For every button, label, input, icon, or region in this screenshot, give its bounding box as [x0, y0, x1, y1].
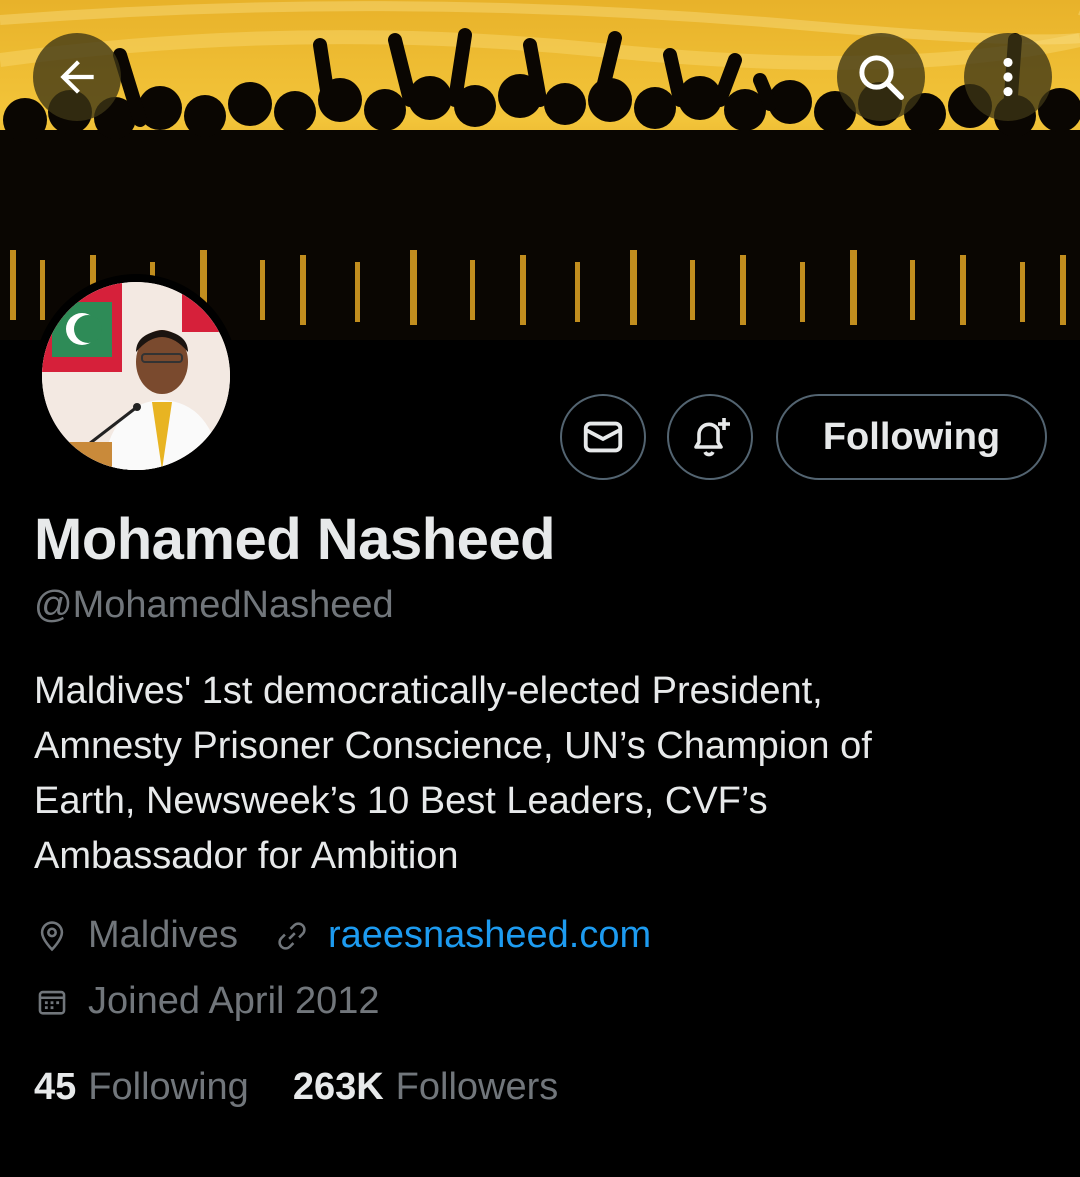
- back-button[interactable]: [33, 33, 121, 121]
- profile-website-link[interactable]: raeesnasheed.com: [328, 914, 651, 957]
- profile-meta-joined: Joined April 2012: [34, 980, 380, 1023]
- profile-page: Following Mohamed Nasheed @MohamedNashee…: [0, 0, 1080, 1177]
- profile-meta-location: Maldives raeesnasheed.com: [34, 914, 651, 957]
- more-options-button[interactable]: [964, 33, 1052, 121]
- following-label: Following: [88, 1066, 249, 1108]
- bell-plus-icon: [694, 418, 730, 457]
- arrow-left-icon: [60, 60, 94, 94]
- more-vertical-icon: [1003, 57, 1013, 97]
- followers-stat[interactable]: 263K Followers: [293, 1066, 558, 1109]
- link-icon: [274, 918, 310, 954]
- following-count: 45: [34, 1066, 77, 1108]
- avatar[interactable]: [34, 274, 238, 478]
- following-button[interactable]: Following: [776, 394, 1047, 480]
- profile-handle: @MohamedNasheed: [34, 584, 394, 626]
- followers-count: 263K: [292, 1066, 384, 1108]
- mail-icon: [583, 421, 623, 453]
- profile-joined-date: Joined April 2012: [88, 980, 380, 1022]
- profile-bio: Maldives' 1st democratically-elected Pre…: [34, 670, 872, 877]
- search-icon: [859, 55, 904, 100]
- notify-button[interactable]: [667, 394, 753, 480]
- followers-label: Followers: [395, 1066, 559, 1108]
- location-pin-icon: [34, 918, 70, 954]
- message-button[interactable]: [560, 394, 646, 480]
- following-stat[interactable]: 45 Following: [34, 1066, 249, 1109]
- search-button[interactable]: [837, 33, 925, 121]
- profile-stats: 45 Following 263K Followers: [34, 1066, 558, 1109]
- profile-location: Maldives: [88, 914, 238, 956]
- profile-name: Mohamed Nasheed: [34, 507, 556, 572]
- avatar-image: [42, 282, 230, 470]
- calendar-icon: [34, 984, 70, 1020]
